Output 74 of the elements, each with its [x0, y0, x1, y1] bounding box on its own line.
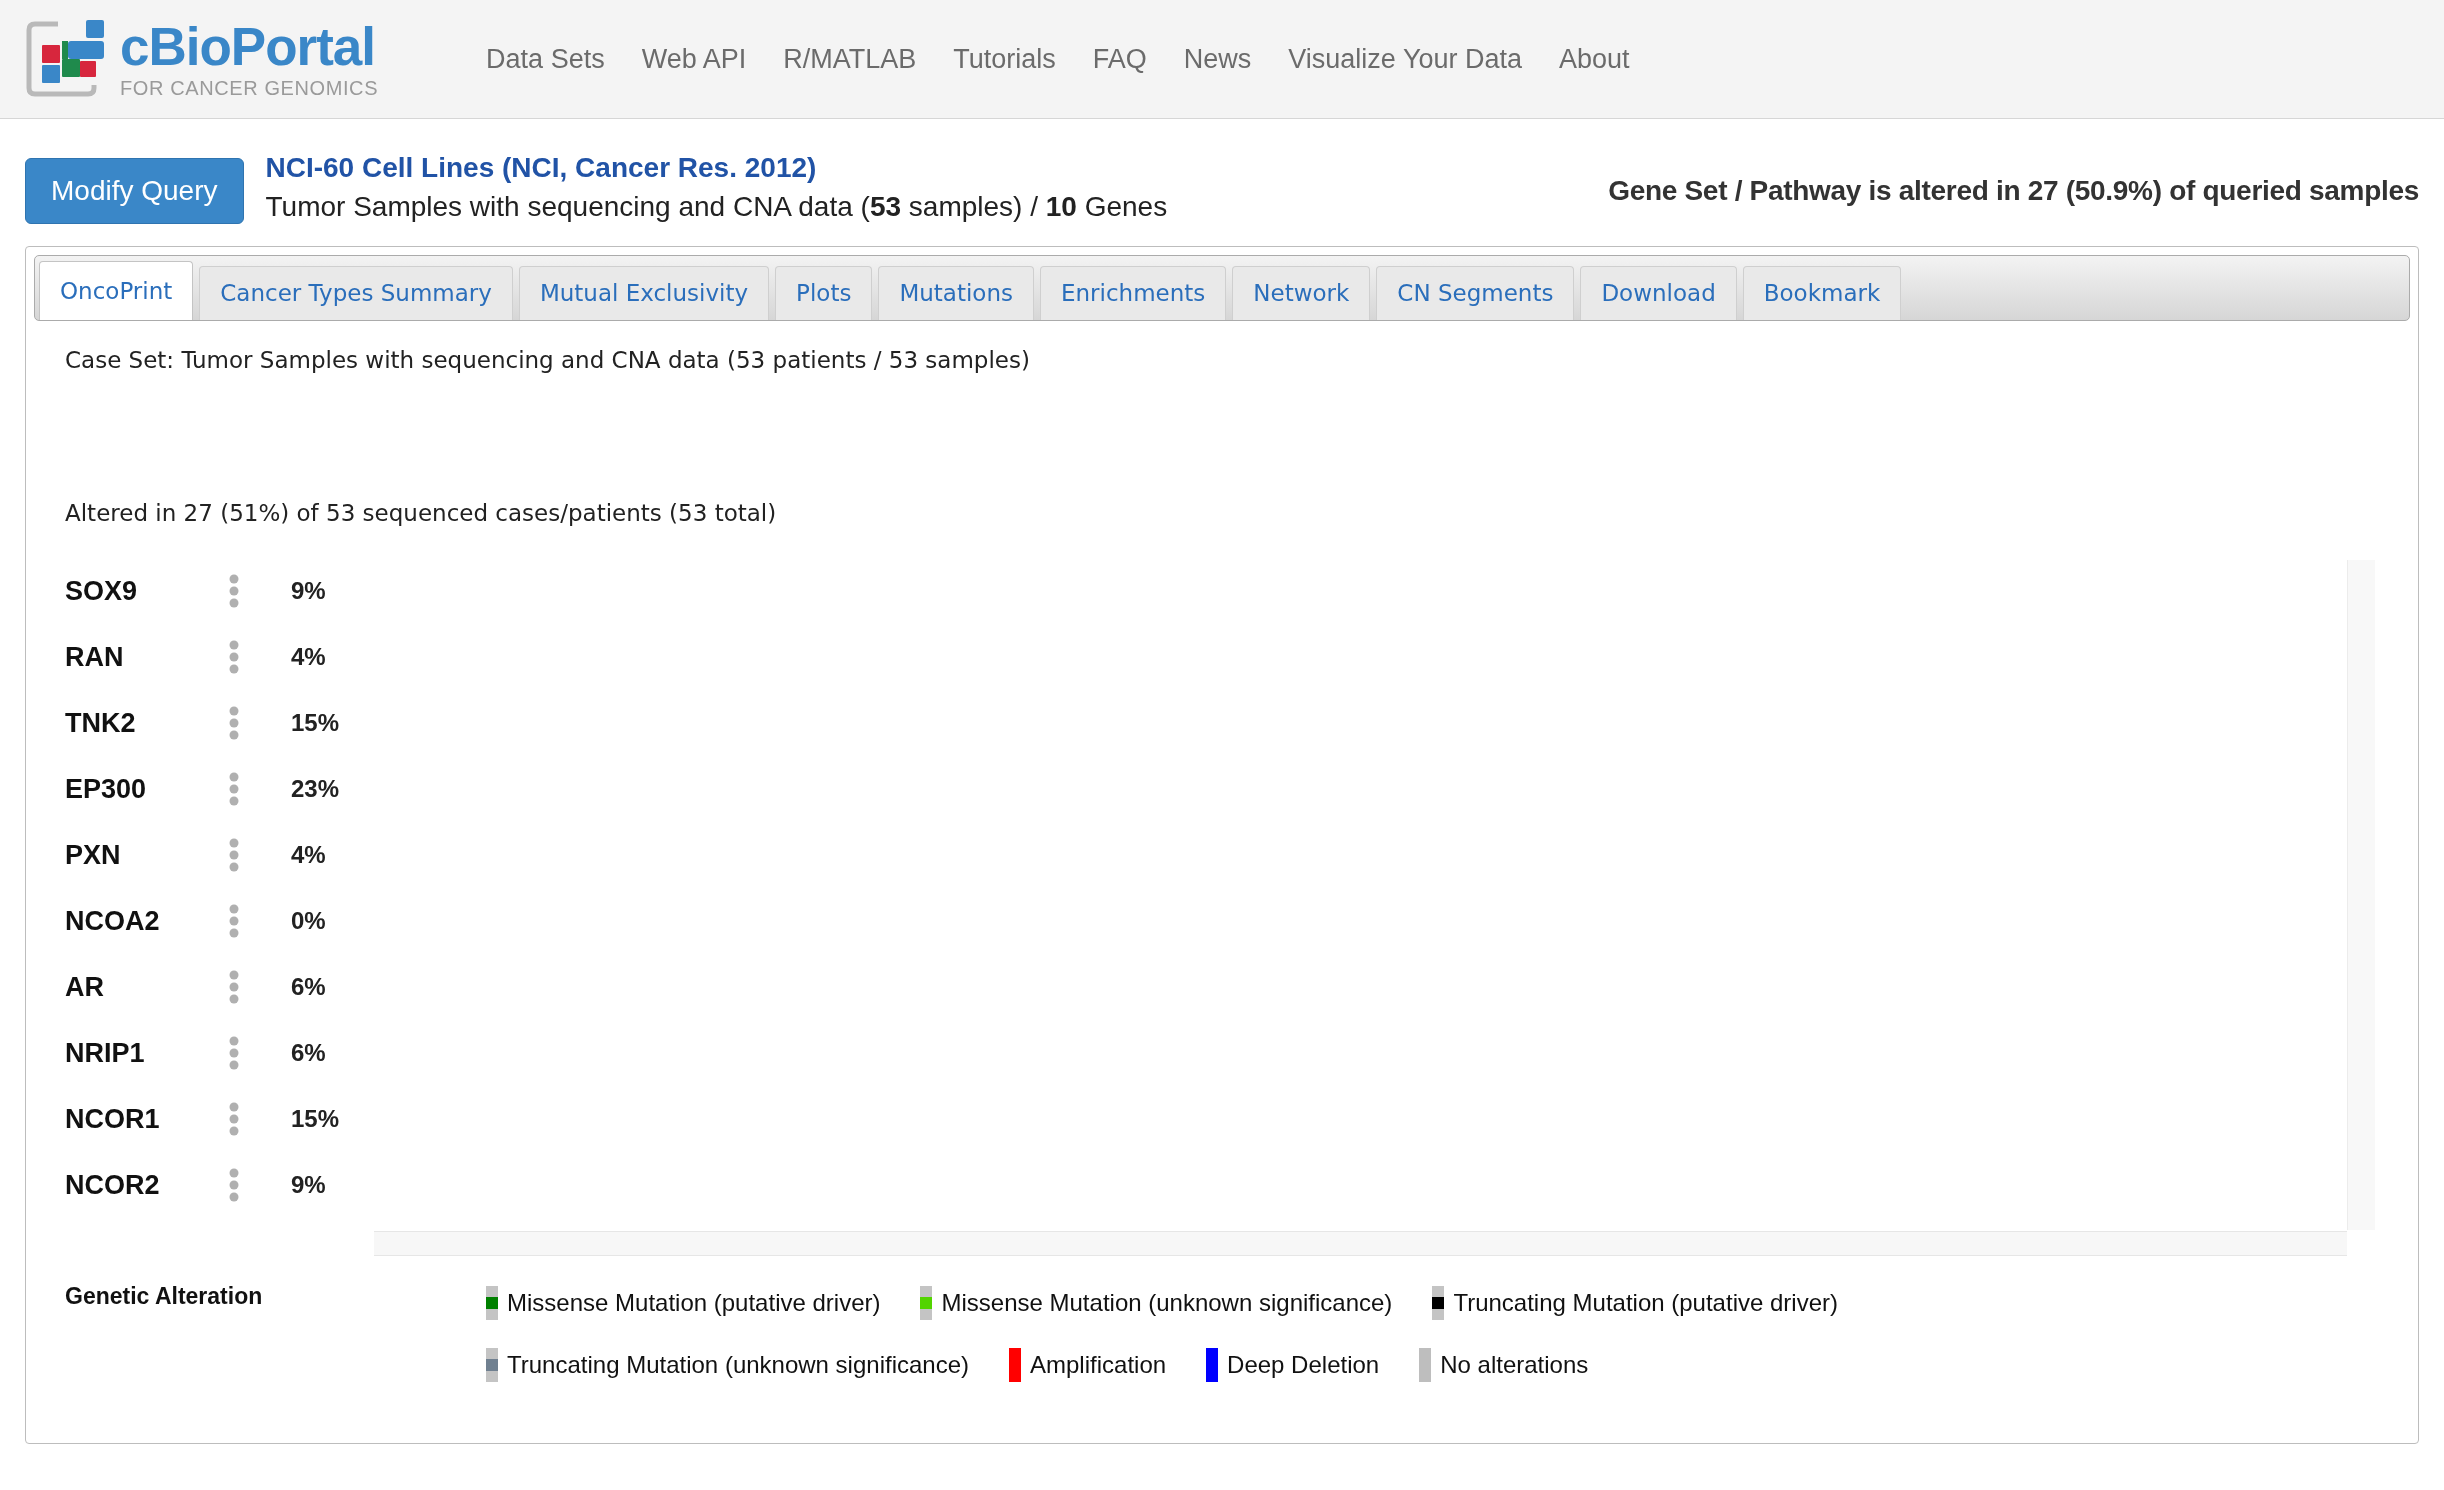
tab[interactable]: CN Segments [1376, 266, 1575, 320]
alteration-percent: 15% [291, 708, 340, 738]
nav-link[interactable]: About [1559, 38, 1630, 80]
study-title-link[interactable]: NCI-60 Cell Lines (NCI, Cancer Res. 2012) [265, 151, 1168, 185]
vertical-ellipsis-icon[interactable] [229, 1102, 239, 1136]
logo-icon[interactable] [24, 19, 106, 99]
legend-swatch-icon [486, 1286, 498, 1320]
nav-link[interactable]: News [1183, 38, 1252, 80]
tab[interactable]: Download [1580, 266, 1737, 320]
nav-link[interactable]: R/MATLAB [783, 38, 917, 80]
tab[interactable]: Mutations [878, 266, 1034, 320]
gene-name: PXN [65, 838, 122, 872]
legend-label: Missense Mutation (unknown significance) [941, 1288, 1393, 1318]
alteration-percent: 15% [291, 1104, 340, 1134]
case-set-text: Case Set: Tumor Samples with sequencing and CNA data (53 patients / 53 samples) [65, 346, 1031, 374]
legend-swatch-icon [1419, 1348, 1432, 1382]
gene-name: AR [65, 970, 105, 1004]
legend-label: Missense Mutation (putative driver) [507, 1288, 881, 1318]
vertical-ellipsis-icon[interactable] [229, 772, 239, 806]
horizontal-scrollbar[interactable] [374, 1231, 2347, 1256]
altered-summary-text: Altered in 27 (51%) of 53 sequenced cases/patients (53 total) [65, 499, 778, 527]
alteration-percent: 0% [291, 906, 326, 936]
legend-title: Genetic Alteration [65, 1282, 264, 1311]
vertical-ellipsis-icon[interactable] [229, 970, 239, 1004]
alteration-percent: 6% [291, 972, 326, 1002]
vertical-ellipsis-icon[interactable] [229, 574, 239, 608]
nav-link[interactable]: Visualize Your Data [1288, 38, 1522, 80]
vertical-scrollbar[interactable] [2347, 560, 2375, 1230]
nav-link[interactable]: Web API [641, 38, 747, 80]
tab[interactable]: Mutual Exclusivity [518, 266, 770, 320]
nav-link[interactable]: Data Sets [486, 38, 605, 80]
gene-name: EP300 [65, 772, 148, 806]
tab[interactable]: Bookmark [1742, 266, 1902, 320]
alteration-percent: 6% [291, 1038, 326, 1068]
legend-swatch-icon [486, 1348, 498, 1382]
logo-tagline: FOR CANCER GENOMICS [120, 76, 379, 99]
vertical-ellipsis-icon[interactable] [229, 1168, 239, 1202]
legend-swatch-icon [1206, 1348, 1219, 1382]
vertical-ellipsis-icon[interactable] [229, 838, 239, 872]
gene-name: NCOR2 [65, 1168, 161, 1202]
legend-label: Amplification [1030, 1350, 1167, 1380]
tab[interactable]: OncoPrint [39, 261, 194, 320]
study-subtitle: Tumor Samples with sequencing and CNA data (53 samples) / 10 Genes [265, 190, 1168, 224]
gene-name: TNK2 [65, 706, 137, 740]
legend-label: Truncating Mutation (unknown significance) [507, 1350, 969, 1380]
legend-label: Deep Deletion [1227, 1350, 1380, 1380]
modify-query-button[interactable]: Modify Query [25, 157, 244, 224]
logo-title[interactable]: cBioPortal [120, 19, 379, 74]
nav-link[interactable]: Tutorials [953, 38, 1056, 80]
vertical-ellipsis-icon[interactable] [229, 1036, 239, 1070]
legend-label: Truncating Mutation (putative driver) [1453, 1288, 1838, 1318]
vertical-ellipsis-icon[interactable] [229, 904, 239, 938]
gene-name: NRIP1 [65, 1036, 146, 1070]
alteration-percent: 4% [291, 642, 326, 672]
gene-name: RAN [65, 640, 125, 674]
alteration-percent: 23% [291, 774, 340, 804]
vertical-ellipsis-icon[interactable] [229, 640, 239, 674]
tab[interactable]: Enrichments [1040, 266, 1227, 320]
alteration-percent: 9% [291, 576, 326, 606]
legend-swatch-icon [1432, 1286, 1445, 1320]
gene-name: NCOA2 [65, 904, 161, 938]
vertical-ellipsis-icon[interactable] [229, 706, 239, 740]
alteration-percent: 9% [291, 1170, 326, 1200]
gene-name: SOX9 [65, 574, 139, 608]
legend-label: No alterations [1440, 1350, 1589, 1380]
tab[interactable]: Cancer Types Summary [199, 266, 513, 320]
nav-link[interactable]: FAQ [1092, 38, 1147, 80]
alteration-percent: 4% [291, 840, 326, 870]
legend-swatch-icon [920, 1286, 933, 1320]
tab[interactable]: Plots [775, 266, 873, 320]
legend-swatch-icon [1009, 1348, 1021, 1382]
tab[interactable]: Network [1232, 266, 1371, 320]
gene-name: NCOR1 [65, 1102, 161, 1136]
alteration-summary: Gene Set / Pathway is altered in 27 (50.9%) of queried samples [1608, 173, 2419, 208]
